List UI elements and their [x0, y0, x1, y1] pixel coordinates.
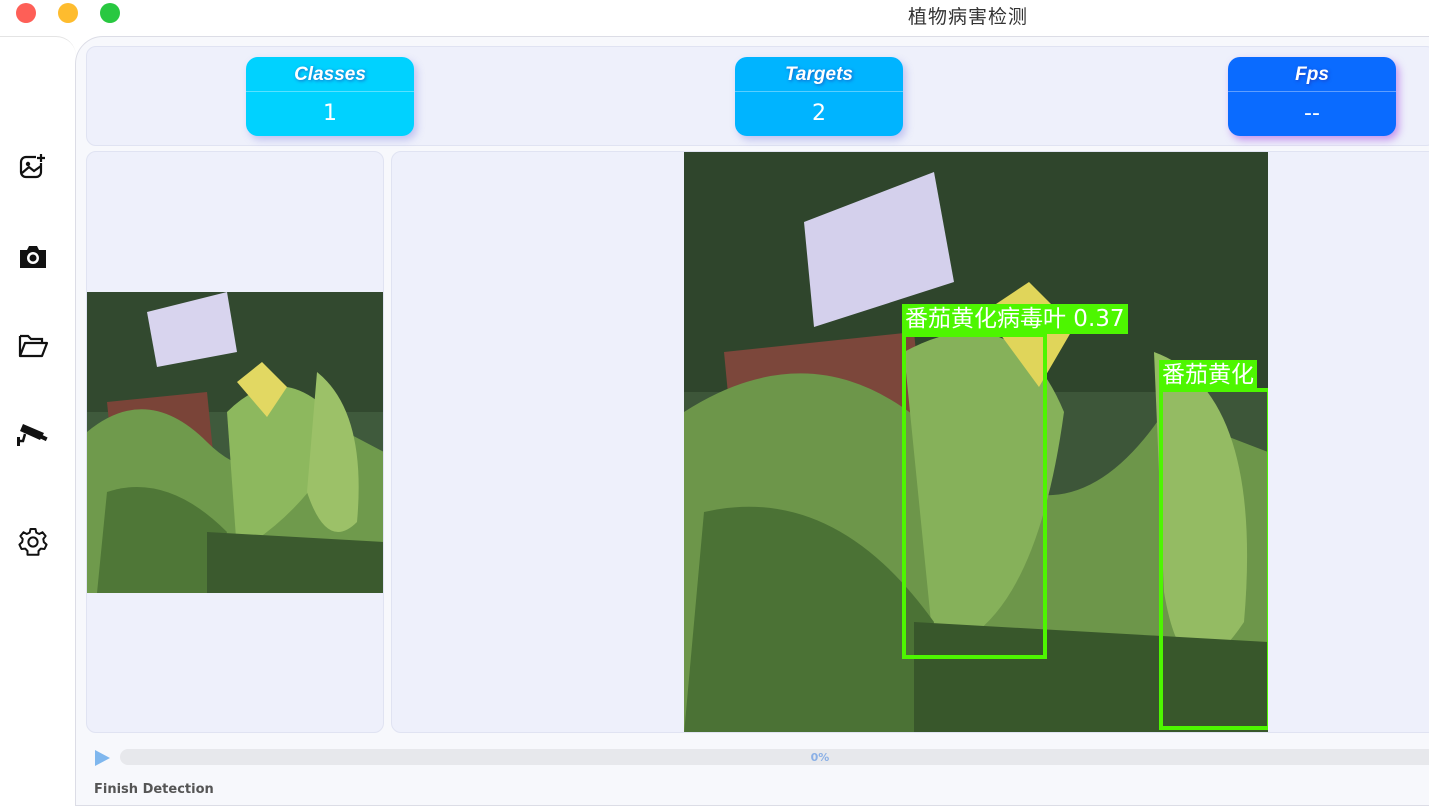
- classes-value: 1: [323, 101, 337, 126]
- targets-card: Targets 2: [735, 57, 903, 136]
- detection-label: 番茄黄化病毒叶 0.37: [902, 304, 1128, 334]
- status-text: Finish Detection: [94, 782, 214, 797]
- progress-text: 0%: [810, 751, 830, 764]
- title-bar: 植物病害检测: [0, 0, 1429, 30]
- add-image-icon: [19, 153, 46, 179]
- gear-icon: [18, 528, 48, 556]
- classes-card: Classes 1: [246, 57, 414, 136]
- camera-button[interactable]: [14, 238, 52, 276]
- original-image-panel: [86, 151, 384, 733]
- result-image-panel: 番茄黄化病毒叶 0.37 番茄黄化: [391, 151, 1429, 733]
- play-button[interactable]: [92, 748, 112, 768]
- original-image: [87, 292, 383, 593]
- camera-icon: [20, 246, 46, 268]
- open-folder-button[interactable]: [14, 327, 52, 365]
- settings-button[interactable]: [14, 523, 52, 561]
- targets-value: 2: [812, 101, 826, 126]
- play-icon: [95, 750, 110, 766]
- sidebar: [0, 36, 76, 796]
- folder-open-icon: [18, 334, 49, 358]
- result-image: 番茄黄化病毒叶 0.37 番茄黄化: [684, 152, 1268, 732]
- fps-label: Fps: [1228, 57, 1396, 92]
- cctv-camera-icon: [17, 424, 48, 446]
- add-image-button[interactable]: [14, 148, 52, 186]
- progress-bar: 0%: [120, 749, 1429, 765]
- window-title: 植物病害检测: [907, 6, 1028, 28]
- detection-box: [902, 333, 1047, 659]
- cctv-camera-button[interactable]: [14, 415, 52, 453]
- classes-label: Classes: [246, 57, 414, 92]
- detection-label: 番茄黄化: [1159, 360, 1257, 390]
- fps-card: Fps --: [1228, 57, 1396, 136]
- targets-label: Targets: [735, 57, 903, 92]
- fps-value: --: [1304, 101, 1320, 126]
- detection-box: [1159, 388, 1268, 730]
